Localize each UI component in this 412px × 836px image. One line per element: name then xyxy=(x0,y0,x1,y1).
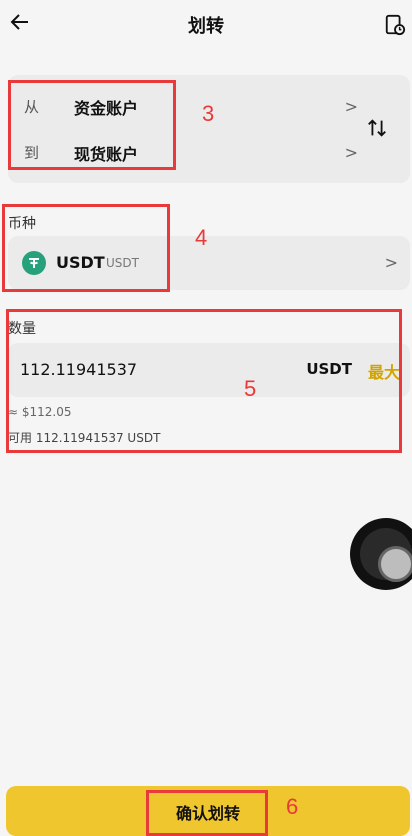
from-label: 从 xyxy=(24,98,40,116)
document-clock-icon[interactable] xyxy=(384,14,406,36)
to-account-value: 现货账户 xyxy=(74,145,139,164)
chevron-right-icon: > xyxy=(384,253,398,272)
annotation-number-3: 3 xyxy=(202,101,215,126)
amount-label: 数量 xyxy=(8,321,36,337)
from-account-value: 资金账户 xyxy=(74,99,139,118)
page-title: 划转 xyxy=(188,16,224,37)
from-account-row[interactable]: 从 资金账户 > xyxy=(8,83,360,129)
swap-vertical-icon[interactable] xyxy=(366,117,388,139)
floating-assistive-button[interactable] xyxy=(350,518,412,590)
annotation-number-5: 5 xyxy=(244,376,257,401)
annotation-number-6: 6 xyxy=(286,794,299,819)
approx-value: ≈ $112.05 xyxy=(8,405,72,419)
annotation-number-4: 4 xyxy=(195,225,208,250)
to-account-row[interactable]: 到 现货账户 > xyxy=(8,129,360,175)
to-label: 到 xyxy=(24,144,40,162)
header: 划转 xyxy=(0,0,412,52)
confirm-transfer-label: 确认划转 xyxy=(175,806,240,823)
confirm-transfer-button[interactable]: 确认划转 xyxy=(6,786,410,836)
account-selector: 从 资金账户 > 到 现货账户 > xyxy=(8,75,410,183)
chevron-right-icon: > xyxy=(344,143,358,162)
coin-name: USDT xyxy=(56,253,105,272)
coin-label: 币种 xyxy=(8,216,36,232)
chevron-right-icon: > xyxy=(344,97,358,116)
max-button[interactable]: 最大 xyxy=(368,359,400,383)
coin-subname: USDT xyxy=(106,256,139,270)
amount-field[interactable]: 112.11941537 USDT 最大 xyxy=(8,343,410,397)
coin-selector[interactable]: USDT USDT > xyxy=(8,236,410,290)
available-balance: 可用 112.11941537 USDT xyxy=(8,431,161,445)
amount-input[interactable]: 112.11941537 xyxy=(20,360,137,379)
usdt-logo-icon xyxy=(22,251,46,275)
amount-unit: USDT xyxy=(306,360,352,378)
